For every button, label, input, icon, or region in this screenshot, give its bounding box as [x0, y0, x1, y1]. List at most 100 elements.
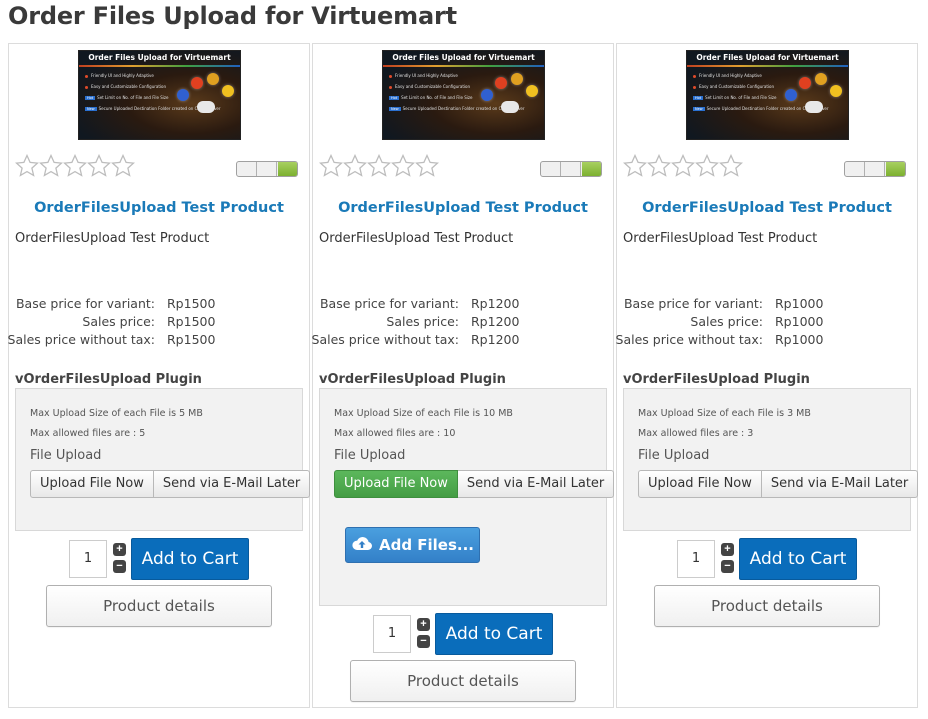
base-price-value: Rp1500 [167, 296, 216, 311]
plugin-title: vOrderFilesUpload Plugin [15, 372, 202, 387]
qty-plus-button[interactable]: + [721, 543, 734, 556]
plugin-box: Max Upload Size of each File is 3 MB Max… [623, 388, 919, 531]
thumbnail-line: Set Limit on No. of File and File Size [705, 95, 777, 100]
quantity-input[interactable]: 1 [69, 540, 107, 578]
star-empty-icon[interactable] [391, 154, 415, 178]
product-card-3: Order Files Upload for Virtuemart Friend… [616, 43, 919, 708]
thumbnail-title: Order Files Upload for Virtuemart [696, 53, 839, 62]
availability-indicator [844, 161, 906, 177]
add-to-cart-button[interactable]: Add to Cart [131, 538, 249, 580]
file-upload-label: File Upload [30, 448, 102, 463]
base-price-label: Base price for variant: [319, 296, 459, 311]
star-empty-icon[interactable] [63, 154, 87, 178]
max-allowed-files: Max allowed files are : 10 [334, 428, 456, 439]
product-thumbnail[interactable]: Order Files Upload for Virtuemart Friend… [382, 50, 545, 140]
star-empty-icon[interactable] [367, 154, 391, 178]
sales-no-tax-value: Rp1200 [471, 332, 520, 347]
cloud-upload-icon [351, 535, 373, 555]
sales-price-row: Sales price: Rp1500 [15, 314, 305, 332]
thumbnail-line: Friendly UI and Highly Adaptive [699, 73, 762, 78]
sales-price-row: Sales price: Rp1000 [623, 314, 913, 332]
base-price-row: Base price for variant: Rp1500 [15, 296, 305, 314]
thumbnail-line: Set Limit on No. of File and File Size [401, 95, 473, 100]
add-files-button[interactable]: Add Files... [345, 527, 480, 563]
add-to-cart-button[interactable]: Add to Cart [739, 538, 857, 580]
quantity-input[interactable]: 1 [677, 540, 715, 578]
qty-minus-button[interactable]: − [113, 560, 126, 573]
rating-stars[interactable] [623, 154, 743, 180]
thumbnail-line: Easy and Customizable Configuration [699, 84, 774, 89]
plugin-title: vOrderFilesUpload Plugin [319, 372, 506, 387]
thumbnail-line: Friendly UI and Highly Adaptive [91, 73, 154, 78]
base-price-row: Base price for variant: Rp1000 [623, 296, 913, 314]
quantity-input[interactable]: 1 [373, 615, 411, 653]
rating-stars[interactable] [15, 154, 135, 180]
star-empty-icon[interactable] [15, 154, 39, 178]
product-thumbnail[interactable]: Order Files Upload for Virtuemart Friend… [78, 50, 241, 140]
sales-no-tax-label: Sales price without tax: [311, 332, 459, 347]
product-description: OrderFilesUpload Test Product [319, 231, 514, 246]
max-allowed-files: Max allowed files are : 3 [638, 428, 754, 439]
qty-minus-button[interactable]: − [417, 635, 430, 648]
add-to-cart-button[interactable]: Add to Cart [435, 613, 553, 655]
product-thumbnail[interactable]: Order Files Upload for Virtuemart Friend… [686, 50, 849, 140]
sales-price-label: Sales price: [82, 314, 155, 329]
send-later-button[interactable]: Send via E-Mail Later [457, 470, 615, 498]
thumbnail-line: Friendly UI and Highly Adaptive [395, 73, 458, 78]
sales-no-tax-label: Sales price without tax: [7, 332, 155, 347]
star-empty-icon[interactable] [719, 154, 743, 178]
product-title-link[interactable]: OrderFilesUpload Test Product [9, 200, 309, 216]
base-price-label: Base price for variant: [15, 296, 155, 311]
sales-price-value: Rp1200 [471, 314, 520, 329]
star-empty-icon[interactable] [319, 154, 343, 178]
star-empty-icon[interactable] [647, 154, 671, 178]
sales-no-tax-row: Sales price without tax: Rp1500 [8, 332, 305, 350]
product-details-button[interactable]: Product details [46, 585, 272, 627]
max-upload-size: Max Upload Size of each File is 5 MB [30, 408, 203, 419]
qty-minus-button[interactable]: − [721, 560, 734, 573]
product-details-button[interactable]: Product details [350, 660, 576, 702]
star-empty-icon[interactable] [87, 154, 111, 178]
sales-price-label: Sales price: [386, 314, 459, 329]
send-later-button[interactable]: Send via E-Mail Later [761, 470, 919, 498]
rating-stars[interactable] [319, 154, 439, 180]
star-empty-icon[interactable] [623, 154, 647, 178]
product-card-1: Order Files Upload for Virtuemart Friend… [8, 43, 311, 708]
product-title-link[interactable]: OrderFilesUpload Test Product [313, 200, 613, 216]
max-allowed-files: Max allowed files are : 5 [30, 428, 146, 439]
product-description: OrderFilesUpload Test Product [15, 231, 210, 246]
upload-now-button[interactable]: Upload File Now [638, 470, 762, 498]
star-empty-icon[interactable] [39, 154, 63, 178]
thumbnail-title: Order Files Upload for Virtuemart [392, 53, 535, 62]
product-details-button[interactable]: Product details [654, 585, 880, 627]
star-empty-icon[interactable] [671, 154, 695, 178]
star-empty-icon[interactable] [415, 154, 439, 178]
sales-price-value: Rp1000 [775, 314, 824, 329]
star-empty-icon[interactable] [343, 154, 367, 178]
send-later-button[interactable]: Send via E-Mail Later [153, 470, 311, 498]
qty-plus-button[interactable]: + [113, 543, 126, 556]
product-title-link[interactable]: OrderFilesUpload Test Product [617, 200, 917, 216]
star-empty-icon[interactable] [695, 154, 719, 178]
qty-plus-button[interactable]: + [417, 618, 430, 631]
add-files-label: Add Files... [378, 536, 475, 554]
upload-mode-group: Upload File Now Send via E-Mail Later [334, 470, 615, 498]
thumbnail-line: Easy and Customizable Configuration [91, 84, 166, 89]
sales-no-tax-value: Rp1000 [775, 332, 824, 347]
upload-now-button[interactable]: Upload File Now [30, 470, 154, 498]
max-upload-size: Max Upload Size of each File is 10 MB [334, 408, 513, 419]
file-upload-label: File Upload [334, 448, 406, 463]
thumbnail-badge: New [85, 107, 97, 111]
sales-price-label: Sales price: [690, 314, 763, 329]
page-title: Order Files Upload for Virtuemart [8, 2, 457, 30]
upload-now-button[interactable]: Upload File Now [334, 470, 458, 498]
upload-mode-group: Upload File Now Send via E-Mail Later [638, 470, 919, 498]
thumbnail-badge: Hot [693, 96, 704, 100]
star-empty-icon[interactable] [111, 154, 135, 178]
upload-mode-group: Upload File Now Send via E-Mail Later [30, 470, 311, 498]
product-description: OrderFilesUpload Test Product [623, 231, 818, 246]
base-price-row: Base price for variant: Rp1200 [319, 296, 609, 314]
availability-indicator [236, 161, 298, 177]
base-price-label: Base price for variant: [623, 296, 763, 311]
thumbnail-badge: New [389, 107, 401, 111]
